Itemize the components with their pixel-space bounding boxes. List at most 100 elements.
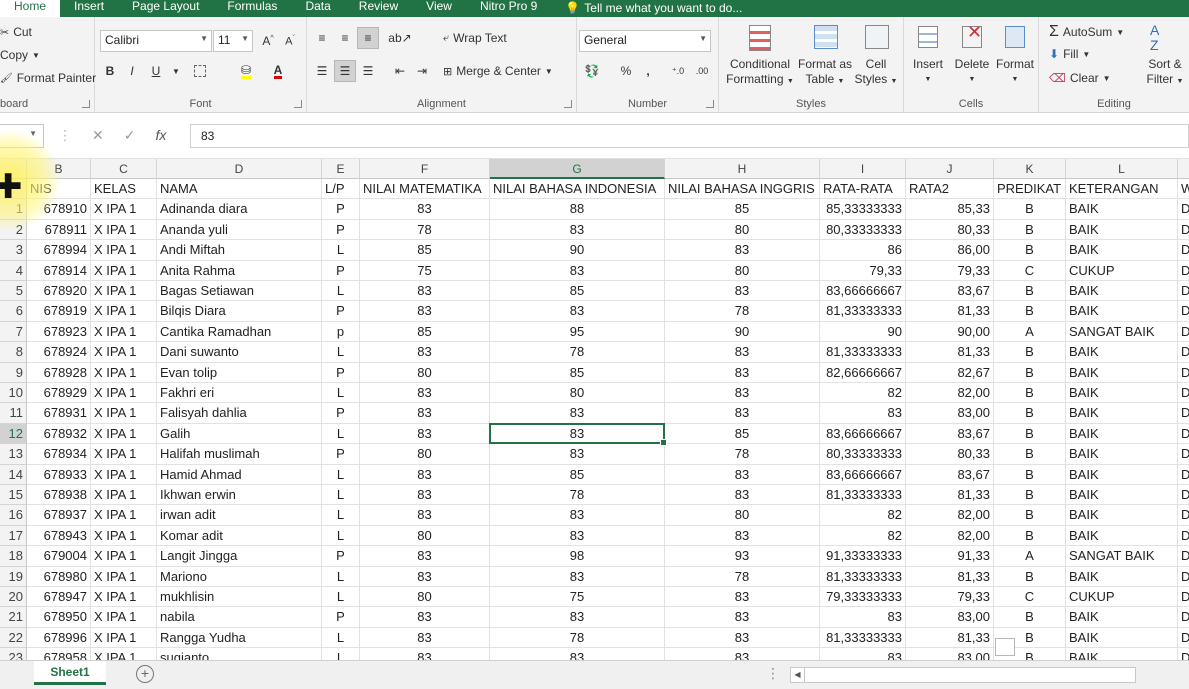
table-cell[interactable]: SANGAT BAIK — [1066, 321, 1178, 343]
table-cell[interactable]: Rangga Yudha — [157, 627, 322, 649]
column-header-i[interactable]: I — [820, 159, 906, 179]
table-cell[interactable]: 678923 — [27, 321, 91, 343]
row-header[interactable]: 18 — [0, 546, 27, 567]
table-cell[interactable]: 83 — [665, 281, 820, 302]
table-cell[interactable]: P — [322, 362, 360, 383]
table-cell[interactable]: 679004 — [27, 546, 91, 567]
table-cell[interactable]: 78 — [360, 219, 490, 241]
table-cell[interactable]: BAIK — [1066, 219, 1178, 241]
table-cell[interactable]: 82,67 — [906, 362, 994, 383]
align-center-button[interactable]: ☰ — [334, 60, 356, 82]
table-cell[interactable]: 82 — [820, 505, 906, 526]
column-header-m[interactable] — [1178, 159, 1189, 179]
grow-font-button[interactable]: A^ — [257, 30, 279, 52]
table-cell[interactable]: L — [322, 587, 360, 608]
row-header[interactable]: 8 — [0, 342, 27, 363]
table-cell[interactable]: 91,33 — [906, 546, 994, 567]
table-cell[interactable]: BAIK — [1066, 199, 1178, 220]
table-cell[interactable]: 85 — [360, 321, 490, 343]
table-cell[interactable]: 678920 — [27, 281, 91, 302]
table-cell[interactable]: 83 — [490, 566, 665, 587]
clipboard-launcher-icon[interactable] — [82, 100, 90, 108]
table-cell[interactable]: Galih — [157, 423, 322, 445]
table-cell[interactable]: B — [994, 199, 1066, 220]
conditional-formatting-button[interactable]: Conditional Formatting ▼ — [721, 23, 799, 89]
table-cell[interactable]: Bilqis Diara — [157, 301, 322, 322]
fill-button[interactable]: ⬇ Fill ▼ — [1049, 47, 1090, 61]
table-cell[interactable]: D — [1178, 526, 1189, 547]
table-cell[interactable]: 90 — [490, 240, 665, 261]
table-cell[interactable]: X IPA 1 — [91, 648, 157, 660]
table-cell[interactable]: D — [1178, 342, 1189, 363]
table-cell[interactable]: 83 — [665, 383, 820, 404]
table-cell[interactable]: Ikhwan erwin — [157, 485, 322, 506]
table-cell[interactable]: CUKUP — [1066, 587, 1178, 608]
decrease-decimal-button[interactable]: .00 — [691, 60, 713, 82]
table-cell[interactable]: C — [994, 587, 1066, 608]
table-cell[interactable]: 83 — [360, 627, 490, 649]
format-painter-button[interactable]: 🖌 Format Painter — [0, 71, 96, 85]
table-cell[interactable]: BAIK — [1066, 444, 1178, 465]
table-cell[interactable]: 678938 — [27, 485, 91, 506]
table-cell[interactable]: B — [994, 423, 1066, 445]
table-cell[interactable]: 83,67 — [906, 464, 994, 485]
copy-button[interactable]: Copy ▼ — [0, 48, 40, 62]
row-header[interactable]: 14 — [0, 464, 27, 485]
table-cell[interactable]: Andi Miftah — [157, 240, 322, 261]
table-cell[interactable]: Halifah muslimah — [157, 444, 322, 465]
align-left-button[interactable]: ☰ — [311, 60, 333, 82]
row-header[interactable]: 16 — [0, 505, 27, 526]
scroll-divider-icon[interactable]: ⋮ — [766, 665, 780, 682]
table-cell[interactable]: 83 — [360, 648, 490, 660]
alignment-launcher-icon[interactable] — [564, 100, 572, 108]
table-cell[interactable]: 80 — [360, 587, 490, 608]
table-cell[interactable]: A — [994, 546, 1066, 567]
table-cell[interactable]: 83 — [665, 464, 820, 485]
row-header[interactable]: 12 — [0, 423, 27, 445]
table-cell[interactable]: 83 — [820, 607, 906, 628]
table-cell[interactable]: D — [1178, 261, 1189, 281]
table-cell[interactable]: 86 — [820, 240, 906, 261]
table-cell[interactable]: 95 — [490, 321, 665, 343]
table-cell[interactable]: 83 — [490, 301, 665, 322]
table-cell[interactable]: P — [322, 607, 360, 628]
table-cell[interactable]: 678919 — [27, 301, 91, 322]
table-cell[interactable]: X IPA 1 — [91, 485, 157, 506]
table-cell[interactable]: sugianto — [157, 648, 322, 660]
table-cell[interactable]: mukhlisin — [157, 587, 322, 608]
table-cell[interactable]: 81,33333333 — [820, 301, 906, 322]
table-cell[interactable]: 83 — [665, 485, 820, 506]
align-middle-button[interactable]: ≡ — [334, 27, 356, 49]
table-cell[interactable]: B — [994, 281, 1066, 302]
table-cell[interactable]: 80,33333333 — [820, 219, 906, 241]
table-cell[interactable]: X IPA 1 — [91, 546, 157, 567]
tab-home[interactable]: Home — [0, 0, 61, 17]
table-cell[interactable]: 85,33333333 — [820, 199, 906, 220]
table-cell[interactable]: P — [322, 301, 360, 322]
font-name-select[interactable]: Calibri ▼ — [100, 30, 212, 52]
row-header[interactable]: 9 — [0, 362, 27, 383]
font-color-button[interactable]: A — [267, 60, 289, 82]
table-cell[interactable]: Dani suwanto — [157, 342, 322, 363]
table-cell[interactable]: 81,33333333 — [820, 566, 906, 587]
table-cell[interactable]: 81,33 — [906, 627, 994, 649]
row-header[interactable]: 5 — [0, 281, 27, 302]
row-header[interactable]: 15 — [0, 485, 27, 506]
decrease-indent-button[interactable]: ⇤ — [389, 60, 411, 82]
table-cell[interactable]: 678932 — [27, 423, 91, 445]
header-cell[interactable]: NILAI BAHASA INDONESIA — [490, 179, 665, 200]
table-cell[interactable]: D — [1178, 281, 1189, 302]
table-cell[interactable]: Fakhri eri — [157, 383, 322, 404]
table-cell[interactable]: B — [994, 525, 1066, 547]
table-cell[interactable]: D — [1178, 567, 1189, 587]
table-cell[interactable]: L — [322, 240, 360, 261]
table-cell[interactable]: B — [994, 464, 1066, 485]
merge-center-button[interactable]: ⊞ Merge & Center ▼ — [443, 64, 553, 78]
cell-styles-button[interactable]: Cell Styles ▼ — [851, 23, 901, 89]
table-cell[interactable]: X IPA 1 — [91, 342, 157, 363]
table-cell[interactable]: 83 — [665, 587, 820, 608]
tab-insert[interactable]: Insert — [60, 0, 118, 17]
row-header[interactable]: 17 — [0, 525, 27, 547]
table-cell[interactable]: 83 — [665, 627, 820, 649]
table-cell[interactable]: X IPA 1 — [91, 587, 157, 608]
